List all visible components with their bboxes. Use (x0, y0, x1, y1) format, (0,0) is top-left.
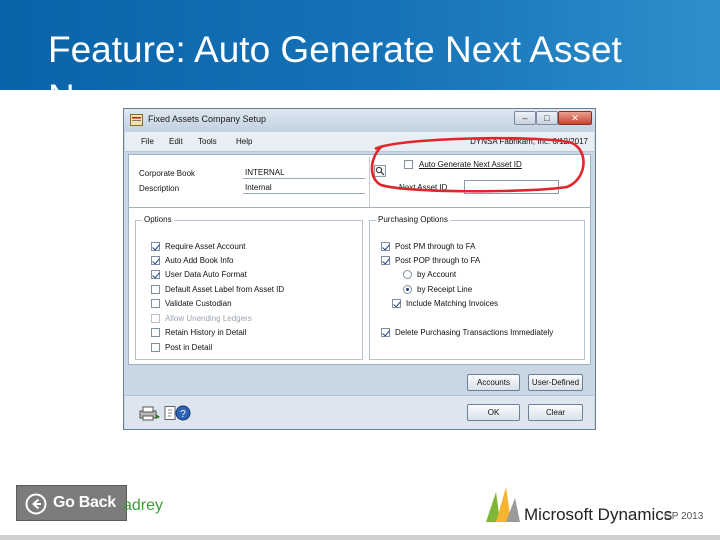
description-value: Internal (243, 181, 365, 194)
minimize-button[interactable]: – (514, 111, 536, 125)
option-label: Validate Custodian (165, 299, 232, 308)
option-label: Default Asset Label from Asset ID (165, 285, 285, 294)
book-settings-panel: Corporate Book INTERNAL Description Inte… (128, 154, 591, 214)
default-asset-label-checkbox[interactable] (151, 285, 160, 294)
corporate-book-value: INTERNAL (243, 166, 365, 179)
app-icon (130, 114, 143, 126)
option-label: Retain History in Detail (165, 328, 247, 337)
auto-generate-checkbox[interactable] (404, 160, 413, 169)
lookup-icon[interactable] (374, 165, 386, 177)
product-version-text: GP 2013 (664, 511, 704, 522)
microsoft-dynamics-text: Microsoft Dynamics (524, 505, 673, 524)
left-brand-text: adrey (123, 497, 164, 514)
company-date-info: DYNSA Fabrikam, Inc. 6/12/2017 (470, 137, 588, 146)
options-panel: Options Purchasing Options Require Asset… (128, 207, 591, 365)
require-asset-account-checkbox[interactable] (151, 242, 160, 251)
post-pm-checkbox[interactable] (381, 242, 390, 251)
window-titlebar[interactable]: Fixed Assets Company Setup – □ ✕ (124, 109, 595, 131)
description-label: Description (139, 184, 180, 193)
option-label: User Data Auto Format (165, 270, 247, 279)
post-pop-checkbox[interactable] (381, 256, 390, 265)
by-receipt-line-radio[interactable] (403, 285, 412, 294)
printer-icon[interactable] (137, 405, 161, 421)
post-pm-label: Post PM through to FA (395, 242, 476, 251)
by-receipt-line-label: by Receipt Line (417, 285, 473, 294)
delete-purchasing-checkbox[interactable] (381, 328, 390, 337)
user-defined-button[interactable]: User-Defined (528, 374, 583, 391)
go-back-button[interactable]: Go Back (16, 485, 127, 521)
auto-generate-label: Auto Generate Next Asset ID (419, 160, 522, 169)
menu-bar: File Edit Tools Help DYNSA Fabrikam, Inc… (125, 132, 594, 152)
next-asset-label: Next Asset ID (399, 183, 448, 192)
delete-purchasing-label: Delete Purchasing Transactions Immediate… (395, 328, 554, 337)
close-button[interactable]: ✕ (558, 111, 592, 125)
auto-add-book-info-checkbox[interactable] (151, 256, 160, 265)
accounts-button[interactable]: Accounts (467, 374, 520, 391)
by-account-label: by Account (417, 270, 457, 279)
window-title: Fixed Assets Company Setup (148, 114, 267, 124)
next-asset-id-input[interactable] (464, 180, 559, 194)
fixed-assets-setup-window: Fixed Assets Company Setup – □ ✕ File Ed… (123, 108, 596, 430)
menu-tools[interactable]: Tools (198, 137, 217, 146)
clear-button[interactable]: Clear (528, 404, 583, 421)
option-label: Require Asset Account (165, 242, 246, 251)
by-account-radio[interactable] (403, 270, 412, 279)
include-matching-label: Include Matching Invoices (406, 299, 499, 308)
post-in-detail-checkbox[interactable] (151, 343, 160, 352)
validate-custodian-checkbox[interactable] (151, 299, 160, 308)
back-arrow-icon (25, 493, 47, 515)
slide-header-banner: Feature: Auto Generate Next Asset No. (0, 0, 720, 90)
retain-history-checkbox[interactable] (151, 328, 160, 337)
post-pop-label: Post POP through to FA (395, 256, 481, 265)
option-label: Auto Add Book Info (165, 256, 234, 265)
microsoft-dynamics-logo (486, 487, 520, 522)
menu-edit[interactable]: Edit (169, 137, 183, 146)
options-group-title: Options (142, 215, 174, 224)
include-matching-invoices-checkbox[interactable] (392, 299, 401, 308)
slide: Feature: Auto Generate Next Asset No. Fi… (0, 0, 720, 540)
window-bottom-bar: ? OK Clear (125, 395, 594, 429)
option-label: Allow Unending Ledgers (165, 314, 252, 323)
help-icon[interactable]: ? (175, 405, 191, 421)
go-back-label: Go Back (53, 494, 116, 511)
option-label: Post in Detail (165, 343, 213, 352)
ok-button[interactable]: OK (467, 404, 520, 421)
purchasing-options-group: Purchasing Options (369, 215, 585, 360)
panel-divider (369, 157, 370, 211)
user-data-auto-format-checkbox[interactable] (151, 270, 160, 279)
corporate-book-label: Corporate Book (139, 169, 196, 178)
svg-text:?: ? (180, 409, 186, 420)
menu-help[interactable]: Help (236, 137, 252, 146)
menu-file[interactable]: File (141, 137, 154, 146)
slide-title: Feature: Auto Generate Next Asset No. (48, 29, 622, 90)
maximize-button[interactable]: □ (536, 111, 558, 125)
allow-unending-ledgers-checkbox (151, 314, 160, 323)
bottom-divider (0, 535, 720, 540)
purchasing-group-title: Purchasing Options (376, 215, 450, 224)
